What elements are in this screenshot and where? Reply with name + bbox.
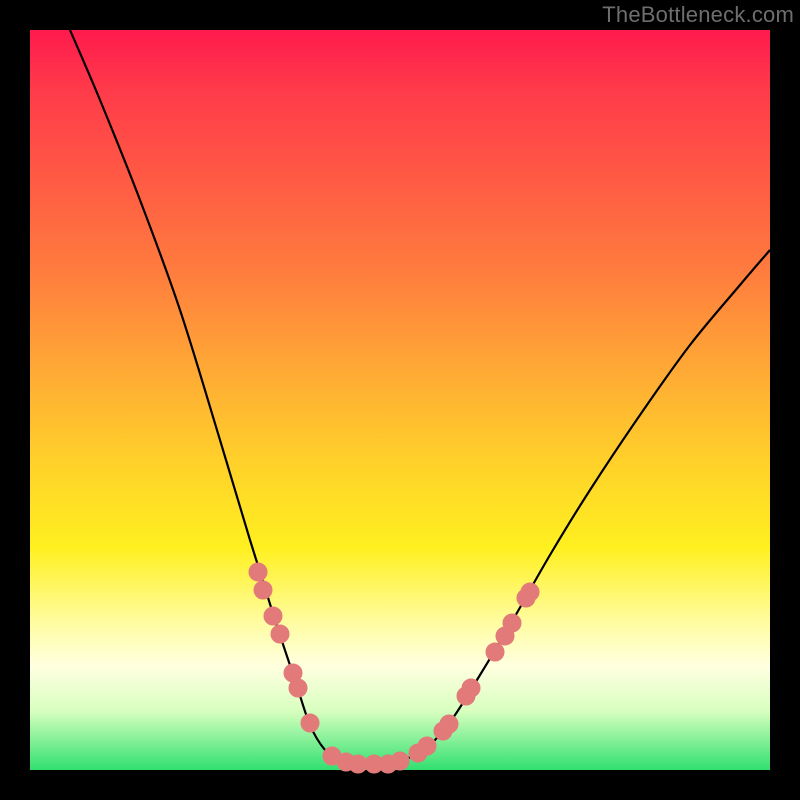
marker-right-8 (503, 614, 521, 632)
marker-left-0 (249, 563, 267, 581)
marker-left-5 (289, 679, 307, 697)
marker-bottom-5 (391, 752, 409, 770)
marker-left-1 (254, 581, 272, 599)
marker-left-3 (271, 625, 289, 643)
marker-right-6 (486, 643, 504, 661)
marker-left-2 (264, 607, 282, 625)
chart-frame: TheBottleneck.com (0, 0, 800, 800)
data-markers (249, 563, 539, 773)
marker-right-5 (462, 679, 480, 697)
marker-left-6 (301, 714, 319, 732)
watermark-text: TheBottleneck.com (602, 2, 794, 28)
bottleneck-curve (70, 30, 770, 764)
marker-right-10 (521, 583, 539, 601)
marker-bottom-2 (349, 755, 367, 773)
plot-area (30, 30, 770, 770)
curve-svg (30, 30, 770, 770)
marker-right-3 (440, 715, 458, 733)
marker-right-1 (418, 737, 436, 755)
